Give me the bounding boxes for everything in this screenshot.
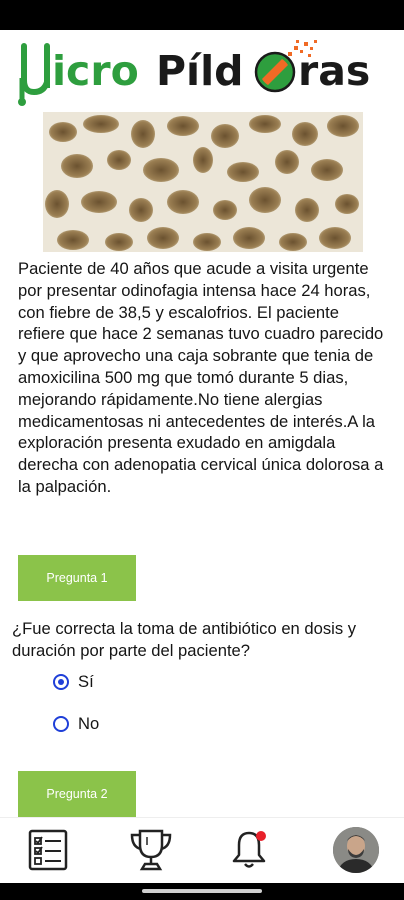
checklist-icon	[28, 829, 68, 871]
nav-trophy[interactable]	[123, 824, 179, 876]
option-si-label: Sí	[78, 672, 94, 691]
nav-checklist[interactable]	[20, 824, 76, 876]
trophy-icon	[130, 829, 172, 871]
status-bar	[0, 0, 404, 30]
system-gesture-bar	[0, 883, 404, 900]
option-no-label: No	[78, 714, 100, 733]
nav-profile[interactable]	[328, 824, 384, 876]
question-text: ¿Fue correcta la toma de antibiótico en …	[12, 619, 357, 660]
home-indicator[interactable]	[142, 889, 262, 893]
logo-text-ras: ras	[298, 47, 371, 95]
question-1-button[interactable]: Pregunta 1	[18, 555, 136, 601]
option-si[interactable]: Sí	[53, 671, 94, 693]
nav-notifications[interactable]	[222, 824, 278, 876]
logo-text-pild: Píld	[156, 47, 244, 95]
notification-dot	[256, 831, 266, 841]
hero-image	[43, 112, 363, 252]
question-2-button[interactable]: Pregunta 2	[18, 771, 136, 817]
radio-unselected-icon[interactable]	[53, 716, 69, 732]
option-no[interactable]: No	[53, 713, 99, 735]
bottom-navigation	[0, 817, 404, 884]
app-logo: icro Píld ras	[18, 38, 390, 108]
logo-text-icro: icro	[52, 47, 139, 95]
user-photo-icon	[333, 827, 379, 873]
bone-texture-image	[43, 112, 363, 252]
case-description: Paciente de 40 años que acude a visita u…	[18, 259, 384, 496]
avatar	[333, 827, 379, 873]
bell-icon	[232, 831, 266, 868]
radio-selected-icon[interactable]	[53, 674, 69, 690]
